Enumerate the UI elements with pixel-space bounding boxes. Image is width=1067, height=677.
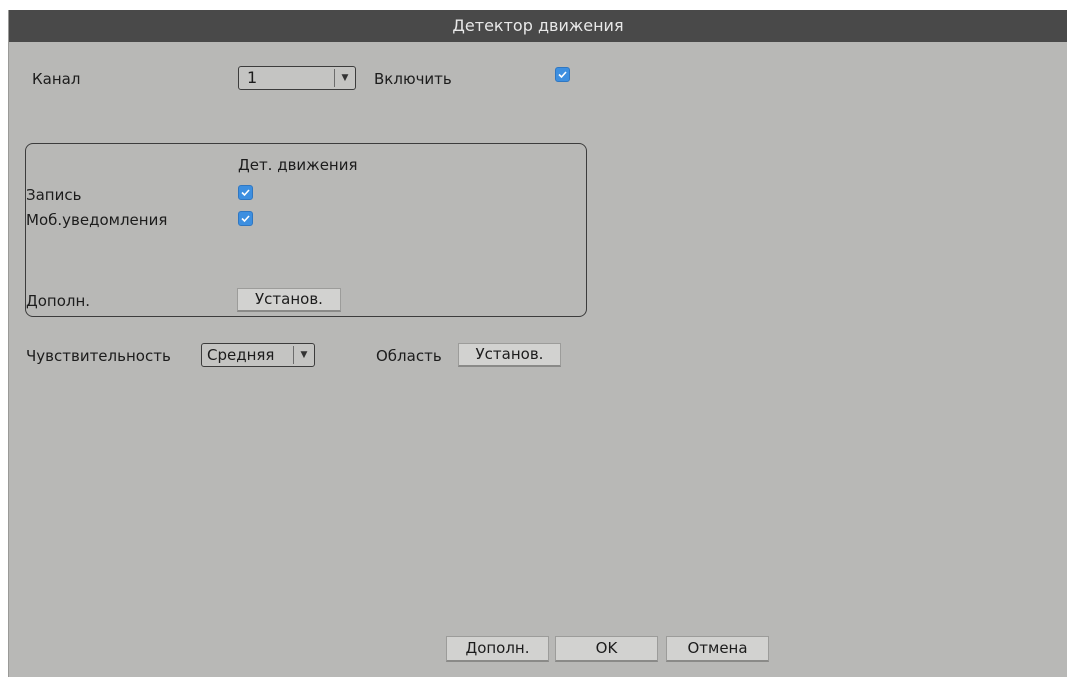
- mobile-notify-label: Моб.уведомления: [26, 211, 168, 229]
- chevron-down-icon[interactable]: ▼: [293, 346, 314, 364]
- mobile-notify-checkbox[interactable]: [238, 211, 253, 226]
- check-icon: [241, 189, 250, 197]
- check-icon: [558, 71, 567, 79]
- channel-label: Канал: [32, 70, 81, 88]
- area-label: Область: [376, 347, 442, 365]
- record-checkbox[interactable]: [238, 185, 253, 200]
- channel-value: 1: [247, 68, 258, 87]
- cancel-button[interactable]: Отмена: [666, 636, 769, 662]
- sensitivity-label: Чувствительность: [26, 347, 171, 365]
- motion-detector-window: Детектор движения Канал 1 ▼ Включить Дет…: [8, 10, 1067, 677]
- sensitivity-select[interactable]: Средняя ▼: [201, 343, 315, 367]
- motion-column-header: Дет. движения: [238, 156, 358, 174]
- record-label: Запись: [26, 186, 82, 204]
- more-button[interactable]: Дополн.: [446, 636, 549, 662]
- check-icon: [241, 215, 250, 223]
- channel-select[interactable]: 1 ▼: [238, 66, 356, 90]
- enable-checkbox[interactable]: [555, 67, 570, 82]
- enable-label: Включить: [374, 70, 452, 88]
- window-title: Детектор движения: [9, 10, 1067, 42]
- ok-button[interactable]: OK: [555, 636, 658, 662]
- extra-label: Дополн.: [26, 292, 91, 310]
- area-setup-button[interactable]: Установ.: [458, 343, 561, 367]
- sensitivity-value: Средняя: [207, 346, 275, 364]
- chevron-down-icon[interactable]: ▼: [334, 69, 355, 87]
- extra-setup-button[interactable]: Установ.: [237, 288, 341, 312]
